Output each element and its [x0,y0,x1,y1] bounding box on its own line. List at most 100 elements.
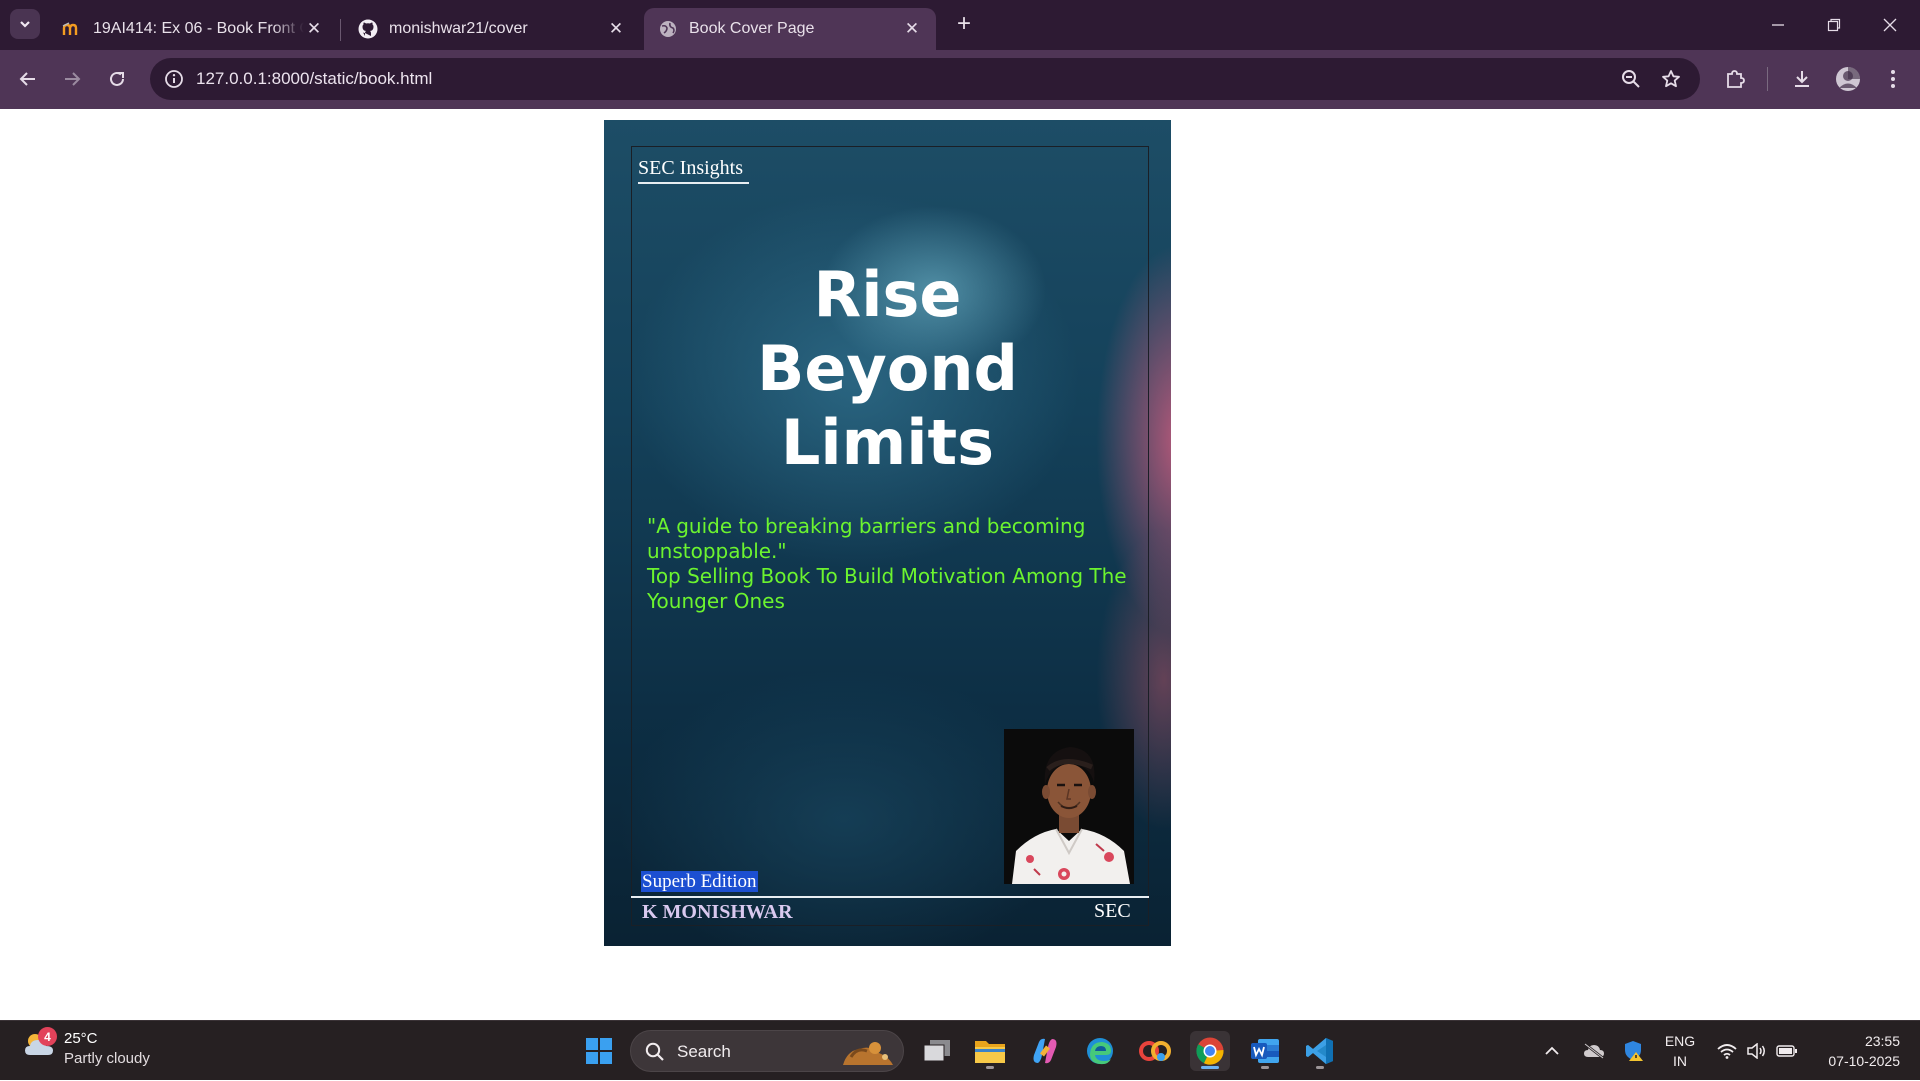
cloud-off-icon [1584,1043,1604,1059]
book-title: Rise Beyond Limits [604,258,1171,480]
tab-github[interactable]: monishwar21/cover ✕ [344,8,640,50]
tab-strip: 19AI414: Ex 06 - Book Front Co ✕ monishw… [0,0,1920,50]
profile-avatar[interactable] [1833,64,1863,94]
tagline: "A guide to breaking barriers and becomi… [647,514,1127,614]
lang-code: ENG [1664,1033,1696,1049]
chrome-app[interactable] [1190,1031,1230,1071]
site-info-icon[interactable] [164,69,184,89]
shield-warning-icon [1625,1041,1643,1061]
chevron-down-icon [20,21,30,28]
taskbar-search[interactable]: Search [630,1030,904,1072]
speaker-icon [1747,1043,1765,1059]
title-line: Rise [813,258,962,331]
word-icon [1251,1039,1279,1063]
wifi-status[interactable] [1715,1021,1739,1081]
system-clock[interactable]: 23:55 07-10-2025 [1810,1031,1900,1071]
puzzle-icon [1727,70,1745,88]
back-button[interactable] [13,64,43,94]
close-window-button[interactable] [1862,0,1918,50]
app-running-indicator [1316,1066,1324,1069]
vscode-app[interactable] [1300,1031,1340,1071]
arrow-left-icon [19,72,35,86]
browser-toolbar: 127.0.0.1:8000/static/book.html [0,50,1920,109]
tab-divider [340,19,341,41]
minimize-button[interactable] [1750,0,1806,50]
arrow-right-icon [65,72,81,86]
reload-button[interactable] [102,64,132,94]
download-icon [1795,71,1809,87]
author-photo [1004,729,1134,884]
extensions-button[interactable] [1720,64,1750,94]
close-icon[interactable]: ✕ [902,19,922,39]
globe-icon [658,19,678,39]
word-app[interactable] [1245,1031,1285,1071]
volume-status[interactable] [1745,1021,1769,1081]
chevron-up-icon [1545,1046,1559,1055]
menu-button[interactable] [1878,64,1908,94]
tab-book-cover[interactable]: Book Cover Page ✕ [644,8,936,50]
folder-icon [975,1041,1005,1063]
chrome-icon [1196,1037,1224,1065]
more-vert-icon [1891,70,1895,88]
restore-button[interactable] [1806,0,1862,50]
zoom-icon[interactable] [1620,68,1642,90]
notification-badge: 4 [38,1027,57,1046]
task-view-icon [923,1040,950,1062]
weather-temperature: 25°C [64,1030,98,1047]
tab-moodle[interactable]: 19AI414: Ex 06 - Book Front Co ✕ [48,8,338,50]
close-icon[interactable]: ✕ [304,19,324,39]
moodle-icon [62,19,82,39]
downloads-button[interactable] [1787,64,1817,94]
file-explorer-app[interactable] [970,1031,1010,1071]
edge-icon [1087,1038,1113,1065]
edge-app[interactable] [1080,1031,1120,1071]
author-name: K MONISHWAR [642,901,793,923]
copilot-icon [1033,1038,1057,1064]
security-status[interactable] [1620,1021,1648,1081]
start-button[interactable] [579,1031,619,1071]
minimize-icon [1772,24,1784,26]
footer-publisher: SEC [1094,900,1131,922]
lang-region: IN [1673,1053,1687,1069]
clock-time: 23:55 [1864,1033,1900,1049]
bookmark-star-icon[interactable] [1660,68,1682,90]
wifi-icon [1717,1044,1737,1059]
tab-title: monishwar21/cover [389,20,528,37]
tagline-quote: "A guide to breaking barriers and becomi… [647,514,1086,563]
book-cover: SEC Insights Rise Beyond Limits "A guide… [604,120,1171,946]
tagline-subtitle: Top Selling Book To Build Motivation Amo… [647,564,1127,613]
edition-label: Superb Edition [641,871,758,892]
task-view-button[interactable] [917,1031,957,1071]
battery-status[interactable] [1775,1021,1799,1081]
taskbar: 4 25°C Partly cloudy Search ENG IN 23:55… [0,1020,1920,1080]
reload-icon [110,71,124,86]
battery-icon [1776,1045,1797,1057]
show-hidden-icons-button[interactable] [1540,1021,1564,1081]
publisher-name: SEC Insights [638,157,750,184]
forward-button[interactable] [57,64,87,94]
onedrive-status[interactable] [1580,1021,1608,1081]
footer-divider [631,896,1149,898]
vscode-icon [1306,1038,1333,1064]
tab-title: 19AI414: Ex 06 - Book Front Co [93,20,304,37]
search-highlight-icon [843,1042,893,1065]
toolbar-divider [1767,67,1768,91]
new-tab-button[interactable]: + [951,12,977,38]
app-running-indicator [986,1066,994,1069]
windows-icon [586,1038,612,1064]
title-line: Limits [780,406,995,479]
close-icon[interactable]: ✕ [606,19,626,39]
title-line: Beyond [757,332,1018,405]
search-icon [645,1042,664,1061]
page-viewport: SEC Insights Rise Beyond Limits "A guide… [0,109,1920,1020]
close-icon [1883,18,1897,32]
address-bar[interactable]: 127.0.0.1:8000/static/book.html [150,58,1700,100]
office-icon [1139,1041,1171,1061]
url-text[interactable]: 127.0.0.1:8000/static/book.html [196,69,432,89]
clock-date: 07-10-2025 [1828,1053,1900,1069]
copilot-app[interactable] [1025,1031,1065,1071]
tab-search-button[interactable] [10,9,40,39]
microsoft-365-app[interactable] [1135,1031,1175,1071]
restore-icon [1827,18,1841,32]
input-language[interactable]: ENG IN [1661,1031,1699,1071]
